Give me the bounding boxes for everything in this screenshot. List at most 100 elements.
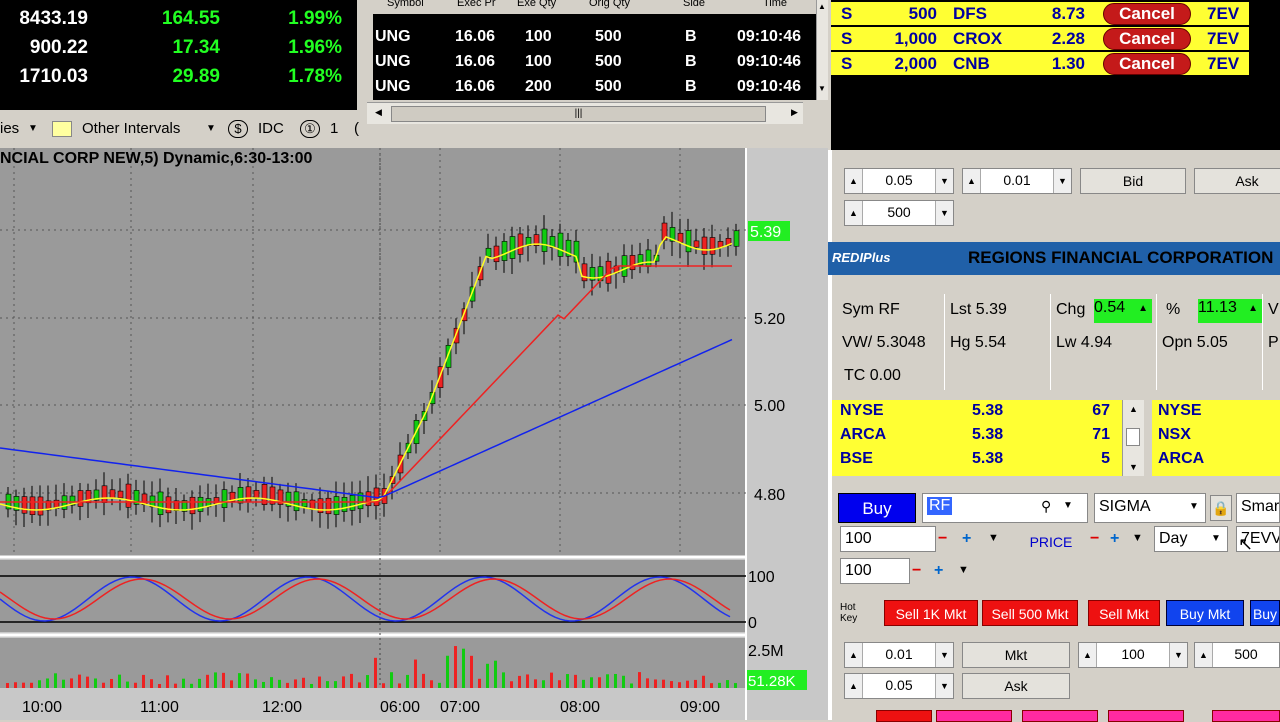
hotkey-button[interactable] xyxy=(1022,710,1098,722)
lock-icon[interactable]: 🔒 xyxy=(1210,495,1232,521)
hotkey-button[interactable] xyxy=(876,710,932,722)
horizontal-scrollbar[interactable]: ◀ ||| ▶ xyxy=(367,102,803,124)
broker-select[interactable]: SIGMA ▼ xyxy=(1094,493,1206,523)
size-stepper[interactable]: ▲ 100 ▼ xyxy=(1078,642,1188,668)
order-row[interactable]: S 500 DFS 8.73 Cancel 7EV xyxy=(831,2,1249,26)
increment-icon[interactable]: ▲ xyxy=(845,169,863,193)
minus-icon[interactable]: − xyxy=(1090,530,1099,548)
buy-mkt-button[interactable]: Buy Mkt xyxy=(1166,600,1244,626)
chevron-down-icon[interactable]: ▼ xyxy=(935,643,953,667)
minus-icon[interactable]: − xyxy=(912,562,921,580)
increment-icon[interactable]: ▲ xyxy=(1195,643,1213,667)
increment-icon[interactable]: ▲ xyxy=(1079,643,1097,667)
scroll-down-icon[interactable]: ▼ xyxy=(818,84,826,93)
col-exec-qty[interactable]: Exe Qty xyxy=(517,0,556,9)
route-select[interactable]: Smar xyxy=(1236,493,1280,523)
price-chart[interactable]: 5.39 5.20 5.00 4.80 100 0 2.5M 51.28K 10… xyxy=(0,148,828,720)
scroll-thumb[interactable] xyxy=(1126,428,1140,446)
color-swatch-icon[interactable] xyxy=(52,121,72,137)
chevron-down-icon[interactable]: ▼ xyxy=(958,564,969,576)
chevron-down-icon[interactable]: ▼ xyxy=(1211,533,1221,544)
chevron-down-icon[interactable]: ▼ xyxy=(935,674,953,698)
ask-button[interactable]: Ask xyxy=(962,673,1070,699)
scroll-up-icon[interactable]: ▲ xyxy=(818,2,826,11)
cancel-button[interactable]: Cancel xyxy=(1103,53,1191,75)
plus-icon[interactable]: + xyxy=(962,530,971,548)
col-orig-qty[interactable]: Orig Qty xyxy=(589,0,630,9)
index-row[interactable]: 900.22 17.34 1.96% xyxy=(0,35,357,64)
depth-row[interactable]: BSE 5.38 5 xyxy=(832,448,1132,472)
index-row[interactable]: 1710.03 29.89 1.78% xyxy=(0,64,357,93)
increment-icon[interactable]: ▲ xyxy=(963,169,981,193)
chevron-down-icon[interactable]: ▼ xyxy=(28,123,38,134)
chevron-down-icon[interactable]: ▼ xyxy=(935,169,953,193)
offset-stepper-2[interactable]: ▲ 0.05 ▼ xyxy=(844,673,954,699)
plus-icon[interactable]: + xyxy=(1110,530,1119,548)
table-row[interactable]: UNG 16.06 200 500 B 09:10:46 xyxy=(373,75,816,100)
qty-stepper[interactable]: ▲ 500 ▼ xyxy=(844,200,954,226)
vertical-scrollbar[interactable]: ▲ ▼ xyxy=(816,0,828,100)
plus-icon[interactable]: + xyxy=(934,562,943,580)
sell-500-mkt-button[interactable]: Sell 500 Mkt xyxy=(982,600,1078,626)
scroll-thumb[interactable]: ||| xyxy=(391,106,766,122)
scroll-right-icon[interactable]: ▶ xyxy=(791,107,798,118)
candle-body xyxy=(733,230,740,247)
hotkey-button[interactable] xyxy=(1108,710,1184,722)
dollar-icon[interactable]: $ xyxy=(228,120,248,138)
depth-row[interactable]: NYSE xyxy=(1152,400,1280,424)
depth-row[interactable]: NSX xyxy=(1152,424,1280,448)
col-symbol[interactable]: Symbol xyxy=(387,0,424,9)
col-exec-price[interactable]: Exec Pr xyxy=(457,0,496,9)
depth-scrollbar[interactable]: ▲ ▼ xyxy=(1122,400,1144,476)
chevron-down-icon[interactable]: ▼ xyxy=(1063,500,1073,511)
ask-button[interactable]: Ask xyxy=(1194,168,1280,194)
hotkey-button[interactable] xyxy=(936,710,1012,722)
price-offset-stepper[interactable]: ▲ 0.01 ▼ xyxy=(962,168,1072,194)
offset-stepper[interactable]: ▲ 0.01 ▼ xyxy=(844,642,954,668)
scroll-left-icon[interactable]: ◀ xyxy=(375,107,382,118)
index-row[interactable]: 8433.19 164.55 1.99% xyxy=(0,6,357,35)
clock-icon[interactable]: ① xyxy=(300,120,320,138)
chevron-down-icon[interactable]: ▼ xyxy=(988,532,999,544)
increment-icon[interactable]: ▲ xyxy=(845,643,863,667)
mkt-button[interactable]: Mkt xyxy=(962,642,1070,668)
depth-row[interactable]: NYSE 5.38 67 xyxy=(832,400,1132,424)
intervals-dropdown[interactable]: Other Intervals xyxy=(82,120,180,137)
chevron-down-icon[interactable]: ▼ xyxy=(206,123,216,134)
order-row[interactable]: S 1,000 CROX 2.28 Cancel 7EV xyxy=(831,27,1249,51)
studies-dropdown[interactable]: ies xyxy=(0,120,19,137)
cancel-button[interactable]: Cancel xyxy=(1103,28,1191,50)
sell-mkt-button[interactable]: Sell Mkt xyxy=(1088,600,1160,626)
price-step-stepper[interactable]: ▲ 0.05 ▼ xyxy=(844,168,954,194)
tif-select[interactable]: Day ▼ xyxy=(1154,526,1228,552)
depth-row[interactable]: ARCA xyxy=(1152,448,1280,472)
col-side[interactable]: Side xyxy=(683,0,705,9)
buy-side-button[interactable]: Buy xyxy=(838,493,916,523)
table-row[interactable]: UNG 16.06 100 500 B 09:10:46 xyxy=(373,25,816,50)
sell-1k-mkt-button[interactable]: Sell 1K Mkt xyxy=(884,600,978,626)
col-time[interactable]: Time xyxy=(763,0,787,9)
size-stepper-2[interactable]: ▲ 500 xyxy=(1194,642,1280,668)
chevron-down-icon[interactable]: ▼ xyxy=(1169,643,1187,667)
chevron-down-icon[interactable]: ▼ xyxy=(1189,501,1199,512)
minus-icon[interactable]: − xyxy=(938,530,947,548)
bid-button[interactable]: Bid xyxy=(1080,168,1186,194)
display-qty-input[interactable]: 100 xyxy=(840,558,910,584)
quantity-input[interactable]: 100 xyxy=(840,526,936,552)
symbol-input[interactable]: RF ⚲ ▼ xyxy=(922,493,1088,523)
depth-row[interactable]: ARCA 5.38 71 xyxy=(832,424,1132,448)
hotkey-button[interactable] xyxy=(1212,710,1280,722)
chevron-down-icon[interactable]: ▼ xyxy=(935,201,953,225)
scroll-up-icon[interactable]: ▲ xyxy=(1129,404,1138,414)
pin-icon[interactable]: ⚲ xyxy=(1041,498,1051,515)
increment-icon[interactable]: ▲ xyxy=(845,201,863,225)
buy-button[interactable]: Buy xyxy=(1250,600,1280,626)
increment-icon[interactable]: ▲ xyxy=(845,674,863,698)
scroll-down-icon[interactable]: ▼ xyxy=(1129,462,1138,472)
chevron-down-icon[interactable]: ▼ xyxy=(1053,169,1071,193)
chevron-down-icon[interactable]: ▼ xyxy=(1132,532,1143,544)
price-type-label[interactable]: PRICE xyxy=(1016,530,1086,554)
cancel-button[interactable]: Cancel xyxy=(1103,3,1191,25)
order-row[interactable]: S 2,000 CNB 1.30 Cancel 7EV xyxy=(831,52,1249,76)
table-row[interactable]: UNG 16.06 100 500 B 09:10:46 xyxy=(373,50,816,75)
